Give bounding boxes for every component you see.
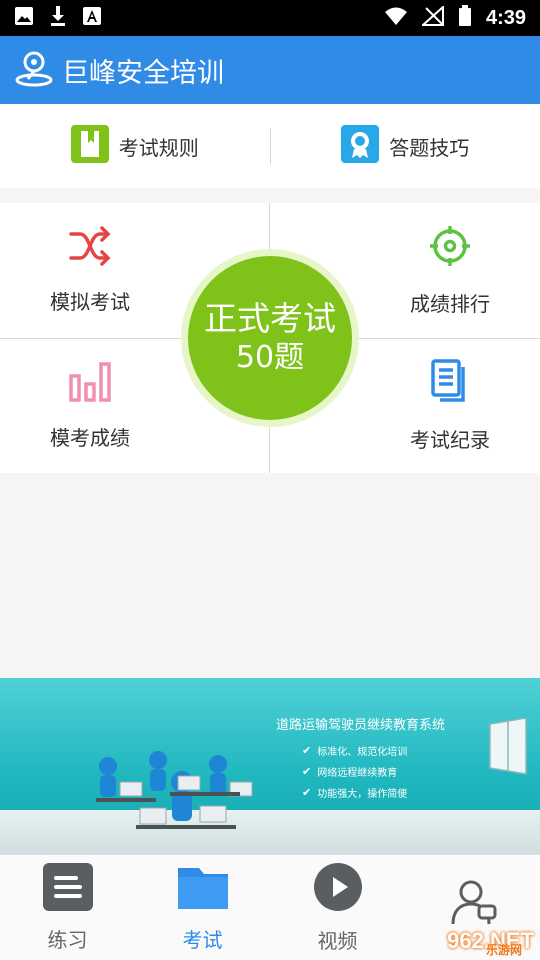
download-icon	[48, 5, 68, 31]
promo-banner[interactable]: 道路运输驾驶员继续教育系统 ✔ 标准化、规范化培训 ✔ 网络远程继续教育 ✔ 功能强大…	[0, 678, 540, 854]
banner-list-item: ✔ 标准化、规范化培训	[302, 740, 407, 761]
top-menu: 考试规则 答题技巧	[0, 104, 540, 188]
formal-exam-button[interactable]: 正式考试 50题	[181, 249, 359, 427]
signal-off-icon	[420, 4, 444, 30]
location-person-icon	[14, 48, 54, 92]
status-bar: 4:39	[0, 0, 540, 36]
tab-practice-label: 练习	[47, 928, 88, 952]
shuffle-icon	[68, 226, 112, 270]
list-icon	[42, 862, 94, 916]
formal-exam-inner: 正式考试 50题	[188, 256, 352, 420]
banner-item-text: 网络远程继续教育	[317, 768, 398, 779]
app-title: 巨峰安全培训	[62, 57, 224, 89]
mock-scores-label: 模考成绩	[50, 426, 130, 450]
exam-records-label: 考试纪录	[410, 428, 490, 452]
watermark-sub: 乐游网	[485, 943, 522, 957]
document-icon	[430, 358, 470, 408]
tab-practice[interactable]: 练习	[0, 855, 135, 960]
image-icon	[14, 6, 34, 30]
tab-video-label: 视频	[317, 929, 358, 953]
tab-exam[interactable]: 考试	[135, 855, 270, 960]
app-bar: 巨峰安全培训	[0, 36, 540, 104]
banner-list-item: ✔ 网络远程继续教育	[302, 761, 407, 782]
banner-title: 道路运输驾驶员继续教育系统	[276, 718, 446, 733]
formal-exam-title: 正式考试	[204, 299, 336, 338]
banner-item-text: 标准化、规范化培训	[317, 747, 408, 758]
target-icon	[428, 224, 472, 272]
answer-tips-button[interactable]: 答题技巧	[271, 104, 540, 188]
user-icon	[447, 876, 499, 932]
status-time: 4:39	[485, 6, 526, 29]
exam-rules-button[interactable]: 考试规则	[0, 104, 270, 188]
font-icon	[82, 6, 102, 30]
window-illustration	[489, 718, 527, 775]
book-icon	[70, 125, 109, 167]
award-icon	[341, 125, 380, 167]
banner-list: ✔ 标准化、规范化培训 ✔ 网络远程继续教育 ✔ 功能强大，操作简便	[302, 740, 407, 803]
banner-item-text: 功能强大，操作简便	[317, 789, 408, 800]
watermark: 962.NET 乐游网	[447, 928, 534, 957]
score-ranking-label: 成绩排行	[410, 292, 490, 316]
formal-exam-count: 50题	[235, 340, 305, 375]
exam-rules-label: 考试规则	[118, 135, 199, 160]
answer-tips-label: 答题技巧	[389, 135, 470, 160]
mock-exam-label: 模拟考试	[50, 290, 130, 314]
check-icon: ✔	[302, 786, 312, 799]
banner-list-item: ✔ 功能强大，操作简便	[302, 782, 407, 803]
tab-exam-label: 考试	[182, 928, 223, 952]
check-icon: ✔	[302, 744, 312, 757]
bottom-tab-bar: 练习 考试 视频 962.NET 乐游网	[0, 854, 540, 960]
battery-icon	[458, 5, 472, 31]
folder-icon	[177, 862, 229, 916]
tab-video[interactable]: 视频	[270, 855, 405, 960]
play-icon	[312, 861, 364, 917]
wifi-icon	[384, 6, 408, 30]
check-icon: ✔	[302, 765, 312, 778]
bar-chart-icon	[68, 360, 112, 406]
